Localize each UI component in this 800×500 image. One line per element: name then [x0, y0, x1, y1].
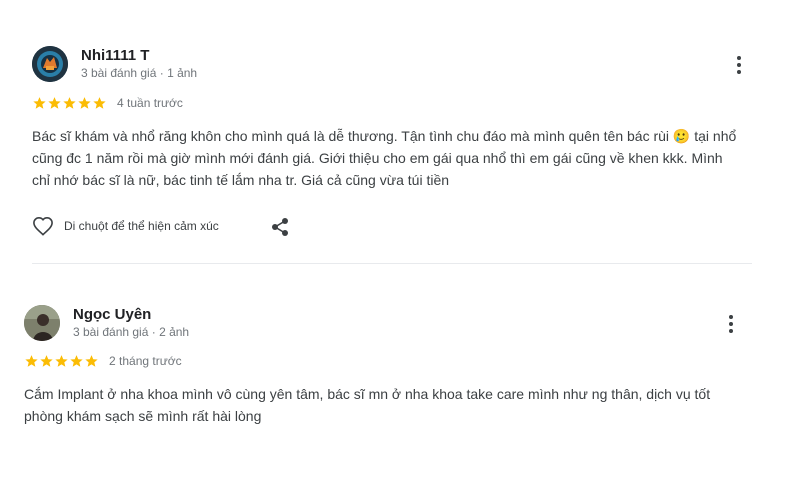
reviewer-name[interactable]: Nhi1111 T — [81, 47, 149, 64]
star-icon — [55, 355, 68, 367]
share-button[interactable] — [271, 217, 289, 237]
more-vert-icon — [737, 56, 741, 60]
review-date: 4 tuần trước — [117, 96, 183, 110]
share-icon — [272, 218, 288, 236]
reviewer-name[interactable]: Ngọc Uyên — [73, 306, 151, 323]
avatar-image — [24, 305, 60, 341]
avatar[interactable] — [32, 46, 68, 82]
more-vert-icon — [729, 315, 733, 319]
more-options-button[interactable] — [727, 53, 751, 77]
star-icon — [63, 97, 76, 109]
star-icon — [33, 97, 46, 109]
review-date: 2 tháng trước — [109, 354, 182, 368]
like-button[interactable] — [32, 216, 54, 236]
more-options-button[interactable] — [719, 312, 743, 336]
reviewer-meta: 3 bài đánh giá · 2 ảnh — [73, 325, 190, 339]
reaction-row: Di chuột để thể hiện cảm xúc — [32, 216, 219, 236]
heart-outline-icon — [33, 216, 53, 236]
star-icon — [93, 97, 106, 109]
review-text: Cắm Implant ở nha khoa mình vô cùng yên … — [24, 386, 711, 424]
star-icon — [85, 355, 98, 367]
star-rating — [32, 96, 107, 110]
divider — [32, 263, 752, 264]
review-text: Bác sĩ khám và nhổ răng khôn cho mình qu… — [32, 128, 737, 188]
reviewer-meta: 3 bài đánh giá · 1 ảnh — [81, 66, 198, 80]
star-icon — [25, 355, 38, 367]
star-icon — [78, 97, 91, 109]
star-icon — [48, 97, 61, 109]
avatar[interactable] — [24, 305, 60, 341]
avatar-image — [32, 46, 68, 82]
star-icon — [70, 355, 83, 367]
star-rating — [24, 354, 99, 368]
reviews-page: Nhi1111 T 3 bài đánh giá · 1 ảnh 4 tuần … — [0, 0, 800, 500]
star-icon — [40, 355, 53, 367]
reaction-hint: Di chuột để thể hiện cảm xúc — [64, 219, 219, 233]
